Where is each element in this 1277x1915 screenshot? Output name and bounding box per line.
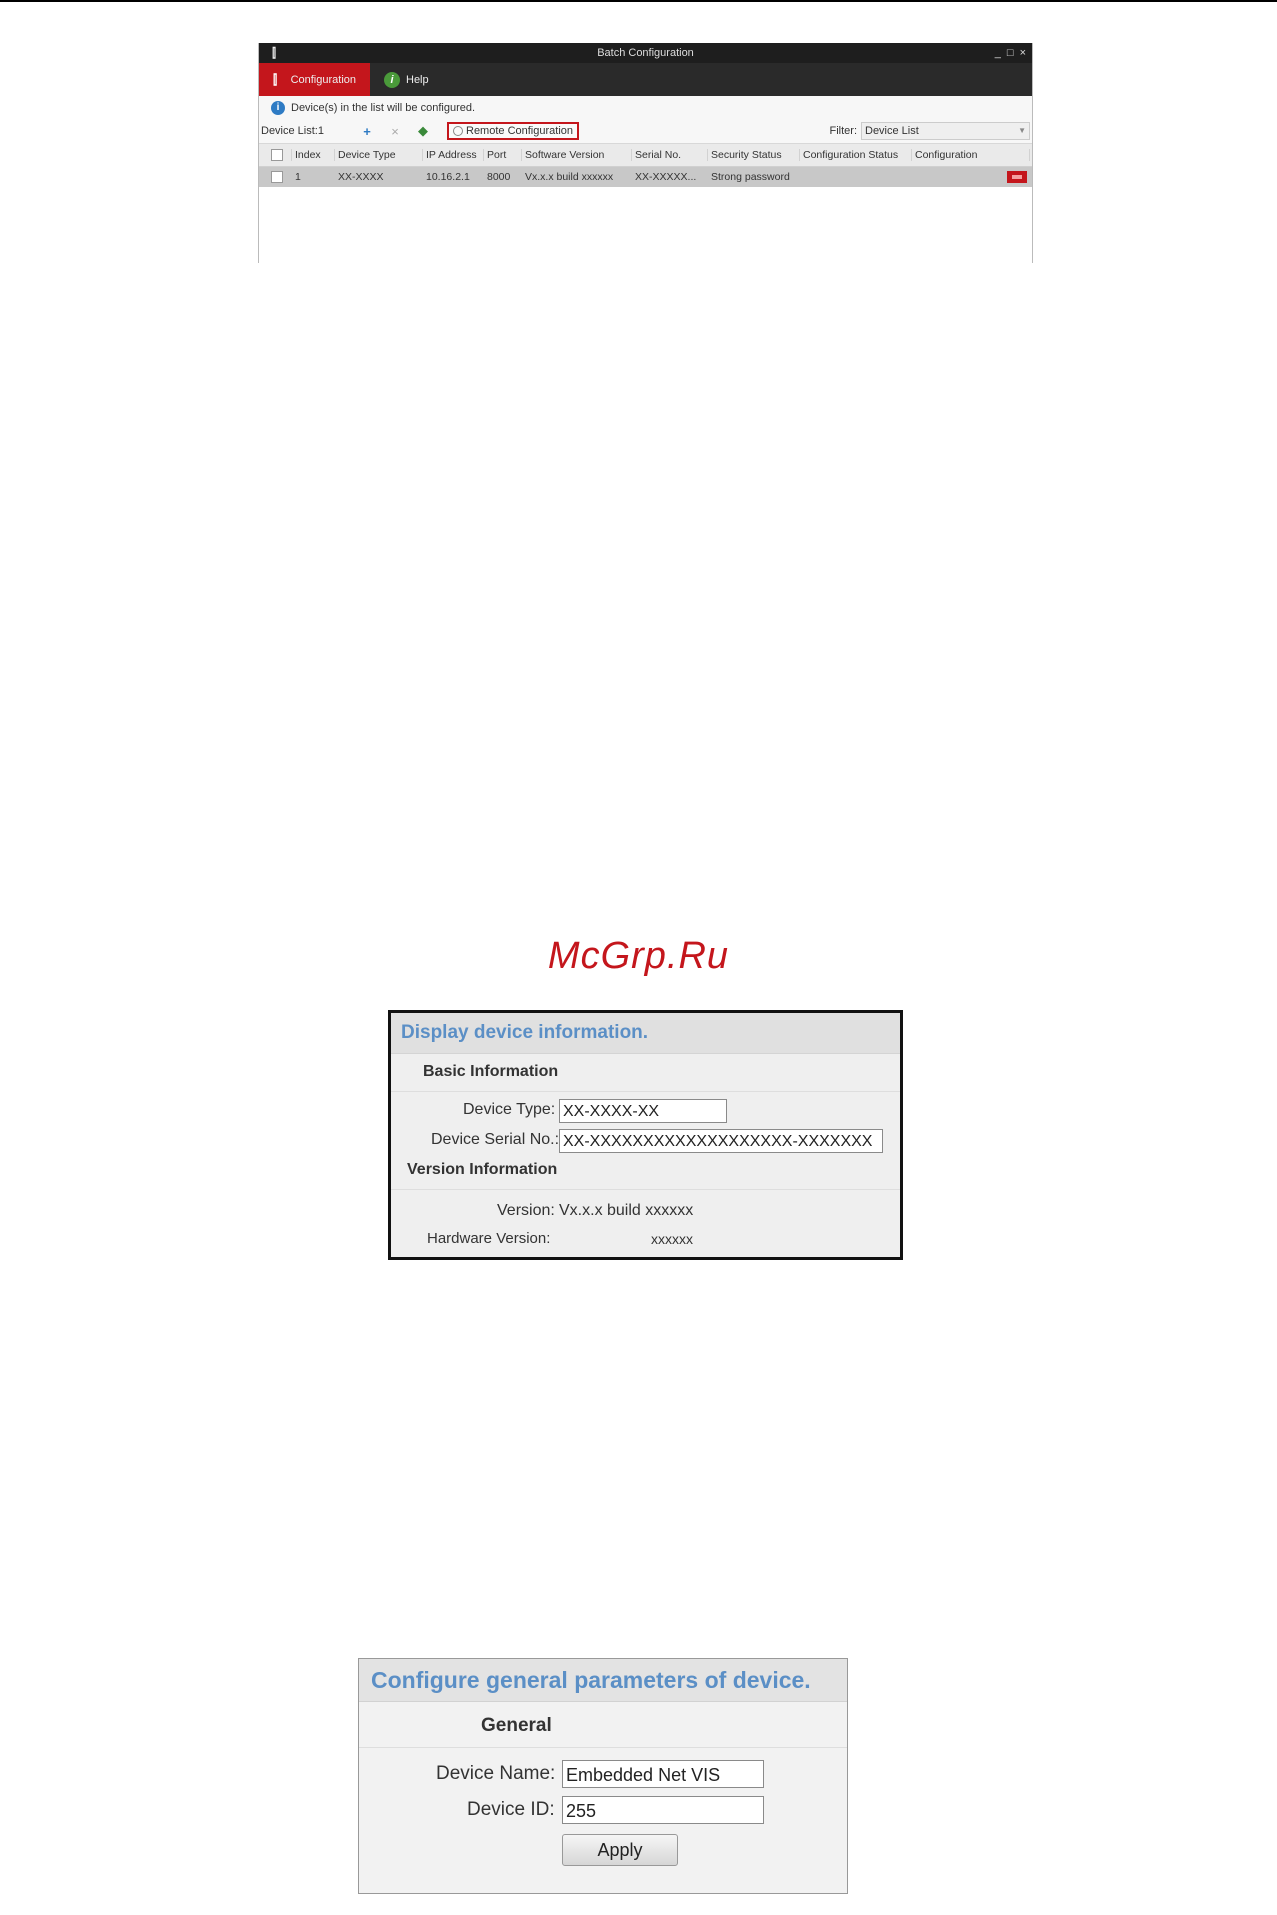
col-configuration[interactable]: Configuration [912,149,1030,161]
device-info-title: Display device information. [401,1022,649,1043]
version-label: Version: [497,1202,555,1219]
info-bar: i Device(s) in the list will be configur… [259,96,1032,119]
cell-security-status: Strong password [711,171,790,183]
delete-icon[interactable]: × [381,124,409,139]
configuration-icon: ⫿ [273,71,278,87]
cell-port: 8000 [487,171,511,183]
col-ip-address[interactable]: IP Address [423,149,484,161]
general-params-header: Configure general parameters of device. [359,1659,847,1702]
divider [391,1189,900,1190]
col-security-status[interactable]: Security Status [708,149,800,161]
remote-config-row-icon[interactable] [1007,171,1027,183]
remote-configuration-icon [453,126,463,136]
version-info-heading: Version Information [407,1161,558,1178]
select-all-cell [259,149,292,161]
cell-index: 1 [295,171,301,183]
filter: Filter: Device List ▼ [829,122,1030,140]
select-all-checkbox[interactable] [270,149,283,161]
filter-select[interactable]: Device List ▼ [861,122,1030,140]
device-type-label: Device Type: [463,1101,556,1118]
col-configuration-status[interactable]: Configuration Status [800,149,912,161]
tab-help[interactable]: i Help [370,63,443,96]
table-header: Index Device Type IP Address Port Softwa… [259,143,1032,167]
app-logo-icon: ⫿ [272,46,276,60]
cell-serial-no: XX-XXXXX... [635,171,697,183]
divider [359,1747,847,1748]
cell-ip-address: 10.16.2.1 [426,171,470,183]
chevron-down-icon: ▼ [1018,126,1026,135]
close-icon[interactable]: × [1020,43,1026,63]
apply-button[interactable]: Apply [562,1834,678,1866]
minimize-icon[interactable]: _ [995,43,1001,63]
device-id-label: Device ID: [467,1799,555,1820]
cell-device-type: XX-XXXX [338,171,384,183]
device-id-input[interactable]: 255 [562,1796,764,1824]
device-info-header: Display device information. [391,1013,900,1054]
device-serial-label: Device Serial No.: [431,1131,560,1148]
device-type-field[interactable]: XX-XXXX-XX [559,1099,727,1123]
device-toolbar: Device List:1 + × ◆ Remote Configuration… [259,119,1032,143]
basic-info-heading: Basic Information [423,1063,559,1080]
main-tabs: ⫿ Configuration i Help [259,63,1032,96]
device-table: Index Device Type IP Address Port Softwa… [259,143,1032,187]
watermark: McGrp.Ru [547,935,730,977]
version-value: Vx.x.x build xxxxxx [559,1202,694,1219]
batch-configuration-window: ⫿ Batch Configuration _ □ × ⫿ Configurat… [258,43,1033,263]
device-list-count: Device List:1 [261,125,324,137]
col-device-type[interactable]: Device Type [335,149,423,161]
col-serial-no[interactable]: Serial No. [632,149,708,161]
device-serial-field[interactable]: XX-XXXXXXXXXXXXXXXXXXX-XXXXXXX [559,1129,883,1153]
cell-software-version: Vx.x.x build xxxxxx [525,171,614,183]
row-checkbox[interactable] [271,171,283,183]
cell-configuration [912,171,1030,183]
device-name-label: Device Name: [436,1763,556,1784]
hardware-version-value: xxxxxx [651,1231,693,1247]
page-top-rule [0,0,1277,2]
window-title-bar: ⫿ Batch Configuration _ □ × [259,43,1032,63]
table-row[interactable]: 1 XX-XXXX 10.16.2.1 8000 Vx.x.x build xx… [259,167,1032,187]
info-text: Device(s) in the list will be configured… [291,101,476,114]
window-title: Batch Configuration [597,47,694,59]
help-icon: i [384,71,400,88]
filter-label: Filter: [829,125,858,137]
col-software-version[interactable]: Software Version [522,149,632,161]
refresh-icon[interactable]: ◆ [409,123,437,139]
info-icon: i [271,100,285,115]
device-name-input[interactable]: Embedded Net VIS [562,1760,764,1788]
device-info-panel: Display device information. Basic Inform… [388,1010,903,1260]
tab-configuration[interactable]: ⫿ Configuration [259,63,370,96]
col-port[interactable]: Port [484,149,522,161]
general-params-title: Configure general parameters of device. [371,1667,811,1693]
col-index[interactable]: Index [292,149,335,161]
window-controls: _ □ × [995,43,1026,63]
tab-configuration-label: Configuration [290,73,356,86]
remote-configuration-label: Remote Configuration [466,125,574,137]
row-select-cell [259,171,292,183]
remote-configuration-button[interactable]: Remote Configuration [447,122,580,140]
general-params-panel: Configure general parameters of device. … [358,1658,848,1894]
general-heading: General [481,1715,552,1736]
filter-value: Device List [865,125,919,137]
tab-help-label: Help [406,73,429,86]
maximize-icon[interactable]: □ [1007,43,1014,63]
divider [391,1091,900,1092]
add-icon[interactable]: + [353,124,381,139]
hardware-version-label: Hardware Version: [427,1230,551,1247]
